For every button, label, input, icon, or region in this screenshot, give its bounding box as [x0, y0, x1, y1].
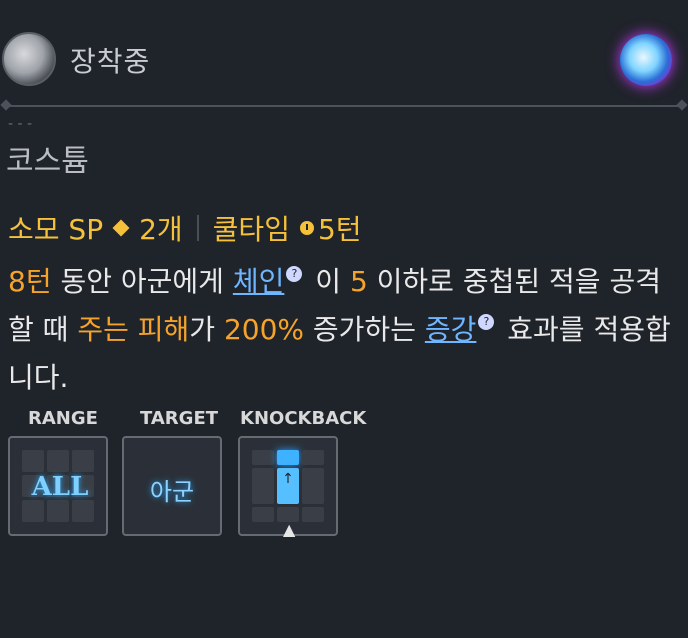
clock-icon: [299, 221, 314, 235]
element-orb-icon[interactable]: [620, 34, 672, 86]
cooldown-label: 쿨타임: [212, 213, 290, 246]
keyword-buff[interactable]: 증강: [425, 313, 477, 346]
equipped-label: 장착중: [70, 45, 151, 78]
help-icon[interactable]: ?: [286, 266, 303, 282]
header: 장착중: [0, 28, 688, 92]
range-panel[interactable]: ALL: [8, 436, 108, 536]
target-value: 아군: [149, 478, 195, 506]
decorative-dots: - - -: [8, 116, 33, 132]
character-avatar-icon[interactable]: [2, 32, 56, 86]
desc-percent: 200%: [223, 313, 305, 346]
desc-text: 동안 아군에게: [51, 265, 233, 298]
separator: [196, 215, 199, 241]
target-label: TARGET: [140, 408, 219, 429]
divider: [6, 105, 682, 107]
knockback-grid: ↑: [252, 450, 324, 522]
diamond-icon: [112, 219, 130, 237]
up-arrow-icon: ↑: [277, 467, 299, 505]
section-title: 코스튬: [6, 144, 89, 179]
desc-text: 이: [306, 265, 350, 298]
cost-row: 소모 SP 2개 쿨타임 5턴: [8, 208, 362, 248]
range-label: RANGE: [28, 408, 98, 429]
knockback-label: KNOCKBACK: [240, 408, 367, 429]
caret-up-icon: ▲: [283, 520, 296, 539]
sp-value: 2개: [139, 213, 183, 246]
keyword-chain[interactable]: 체인: [233, 265, 285, 298]
target-panel[interactable]: 아군: [122, 436, 222, 536]
sp-label: 소모 SP: [8, 213, 104, 246]
desc-text: 가: [189, 313, 224, 346]
cooldown-value: 5턴: [317, 213, 362, 246]
help-icon[interactable]: ?: [478, 314, 495, 330]
desc-damage: 주는 피해: [77, 313, 190, 346]
knockback-highlight: [277, 450, 299, 465]
desc-text: 증가하는: [304, 313, 425, 346]
desc-stack-count: 5: [349, 265, 368, 298]
range-value: ALL: [31, 472, 89, 502]
skill-description: 8턴 동안 아군에게 체인? 이 5 이하로 중첩된 적을 공격할 때 주는 피…: [8, 258, 678, 402]
desc-turns: 8턴: [8, 265, 52, 298]
